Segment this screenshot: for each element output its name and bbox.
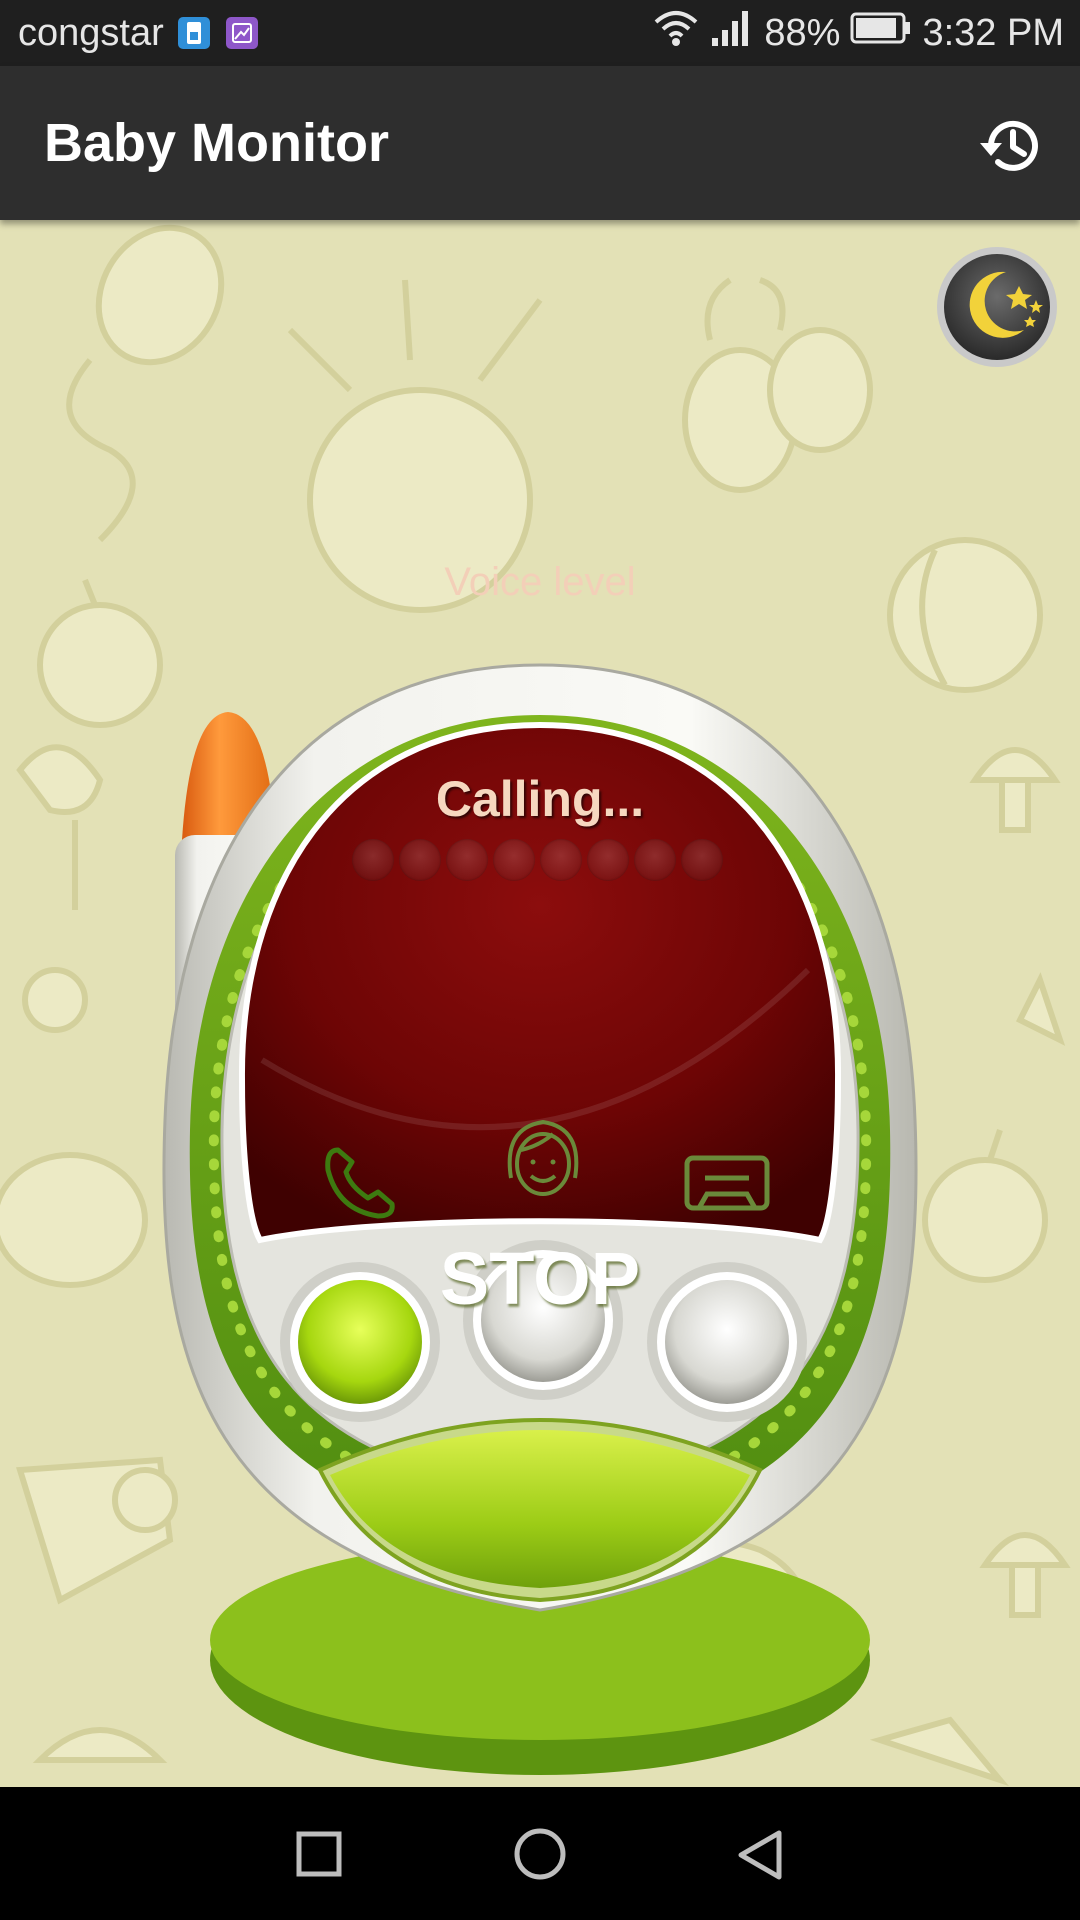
app-title: Baby Monitor xyxy=(44,113,389,173)
history-button[interactable] xyxy=(976,110,1046,180)
night-mode-button[interactable] xyxy=(934,244,1060,370)
recents-button[interactable] xyxy=(296,1831,342,1877)
voice-level-dot xyxy=(446,839,488,881)
back-triangle-icon xyxy=(738,1830,782,1880)
voice-level-dot xyxy=(634,839,676,881)
voice-level-dot xyxy=(399,839,441,881)
history-icon xyxy=(980,120,1038,171)
monitor-screen: Voice level Calling... STOP xyxy=(0,220,1080,1787)
home-button[interactable] xyxy=(513,1827,567,1881)
carrier-name: congstar xyxy=(18,11,164,54)
gallery-badge-icon xyxy=(225,17,258,49)
app-bar: Baby Monitor xyxy=(0,66,1080,220)
moon-stars-icon xyxy=(937,247,1057,367)
status-bar: congstar 88% 3:32 PM xyxy=(0,0,1080,66)
back-button[interactable] xyxy=(735,1829,785,1881)
clock: 3:32 PM xyxy=(922,11,1064,54)
voice-level-label: Voice level xyxy=(444,560,636,604)
stop-button[interactable] xyxy=(330,1200,750,1340)
home-circle-icon xyxy=(514,1828,566,1880)
signal-icon xyxy=(710,8,754,58)
voice-level-dot xyxy=(540,839,582,881)
voice-level-dot xyxy=(493,839,535,881)
navigation-bar xyxy=(0,1787,1080,1920)
recents-square-icon xyxy=(296,1831,342,1877)
wifi-icon xyxy=(652,8,700,58)
battery-icon xyxy=(850,11,912,55)
voice-level-dot xyxy=(352,839,394,881)
sim-badge-icon xyxy=(177,17,210,49)
voice-level-dot xyxy=(587,839,629,881)
call-status-text: Calling... xyxy=(435,771,645,827)
battery-percent: 88% xyxy=(764,11,841,54)
voice-level-dot xyxy=(681,839,723,881)
